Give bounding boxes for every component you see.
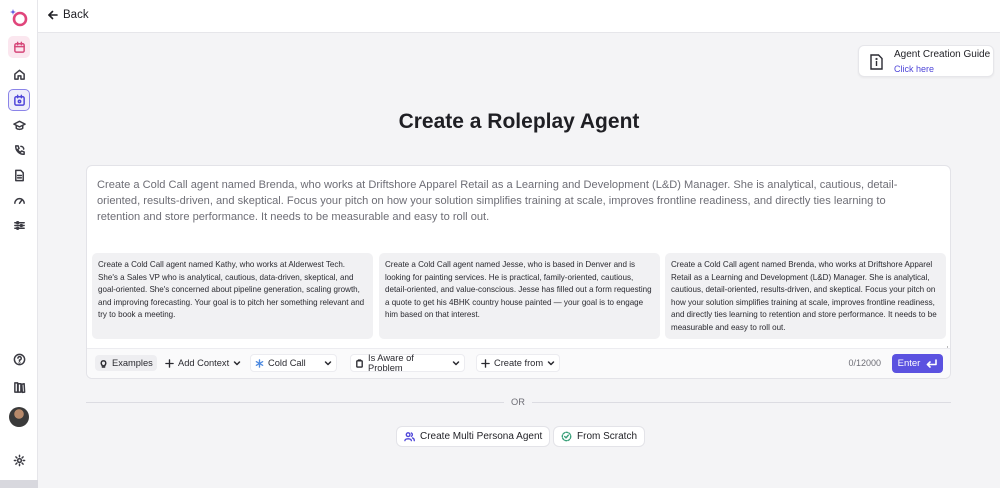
back-button[interactable]: Back: [48, 9, 89, 21]
sliders-icon[interactable]: [8, 214, 30, 236]
sidebar-footer-strip: [0, 480, 38, 488]
top-bar: Back: [38, 0, 1000, 33]
character-counter: 0/12000: [848, 358, 881, 368]
create-multi-persona-button[interactable]: Create Multi Persona Agent: [396, 426, 551, 447]
phone-call-icon[interactable]: [8, 139, 30, 161]
chevron-down-icon: [233, 361, 241, 366]
sidebar: [0, 0, 38, 488]
examples-label: Examples: [112, 358, 153, 368]
multi-persona-label: Create Multi Persona Agent: [420, 431, 543, 442]
document-info-icon: [867, 52, 885, 72]
calendar-app-icon[interactable]: [8, 36, 30, 58]
graduation-cap-icon[interactable]: [8, 114, 30, 136]
call-type-select[interactable]: Cold Call: [250, 354, 337, 372]
from-scratch-button[interactable]: From Scratch: [553, 426, 646, 447]
guide-title: Agent Creation Guide: [894, 49, 991, 60]
create-from-label: Create from: [494, 358, 544, 368]
speedometer-icon[interactable]: [8, 189, 30, 211]
help-icon[interactable]: [8, 348, 30, 370]
chevron-down-icon: [452, 361, 460, 366]
snowflake-icon: [255, 358, 264, 368]
guide-link[interactable]: Click here: [894, 64, 934, 74]
home-icon[interactable]: [8, 63, 30, 85]
example-prompts: Create a Cold Call agent named Kathy, wh…: [92, 253, 947, 339]
roleplay-icon[interactable]: [8, 89, 30, 111]
or-label: OR: [511, 397, 525, 407]
call-type-value: Cold Call: [268, 358, 306, 368]
back-label: Back: [63, 9, 89, 21]
awareness-select[interactable]: Is Aware of Problem: [350, 353, 465, 373]
example-prompt-card[interactable]: Create a Cold Call agent named Kathy, wh…: [92, 253, 373, 339]
agent-creation-guide-card[interactable]: Agent Creation Guide Click here: [858, 45, 994, 77]
prompt-textarea[interactable]: Create a Cold Call agent named Brenda, w…: [97, 177, 927, 225]
create-from-dropdown[interactable]: Create from: [476, 354, 561, 372]
add-context-dropdown[interactable]: Add Context: [161, 355, 245, 371]
arrow-left-icon: [48, 10, 58, 20]
chevron-down-icon: [324, 361, 332, 366]
composer-toolbar: Examples Add Context Cold Call Is Aware …: [87, 348, 950, 378]
divider-left: [86, 402, 504, 403]
enter-return-icon: [927, 358, 938, 368]
divider-right: [532, 402, 951, 403]
enter-label: Enter: [897, 358, 921, 369]
from-scratch-label: From Scratch: [577, 431, 638, 442]
library-icon[interactable]: [8, 376, 30, 398]
clipboard-icon: [356, 358, 363, 368]
dashed-circle-icon: [561, 431, 572, 442]
plus-icon: [481, 358, 490, 368]
awareness-value: Is Aware of Problem: [368, 353, 414, 373]
page-title: Create a Roleplay Agent: [398, 110, 640, 133]
settings-gear-icon[interactable]: [8, 449, 30, 471]
users-icon: [404, 432, 415, 442]
example-prompt-card[interactable]: Create a Cold Call agent named Jesse, wh…: [379, 253, 660, 339]
user-avatar[interactable]: [9, 407, 29, 427]
app-logo[interactable]: [9, 7, 29, 27]
examples-button[interactable]: Examples: [95, 355, 157, 371]
plus-icon: [165, 358, 174, 368]
chevron-down-icon: [547, 361, 555, 366]
lightbulb-icon: [100, 359, 107, 368]
example-prompt-card[interactable]: Create a Cold Call agent named Brenda, w…: [665, 253, 946, 339]
agent-prompt-composer[interactable]: Create a Cold Call agent named Brenda, w…: [86, 165, 951, 379]
add-context-label: Add Context: [178, 358, 230, 368]
enter-button[interactable]: Enter: [892, 354, 943, 373]
document-icon[interactable]: [8, 164, 30, 186]
